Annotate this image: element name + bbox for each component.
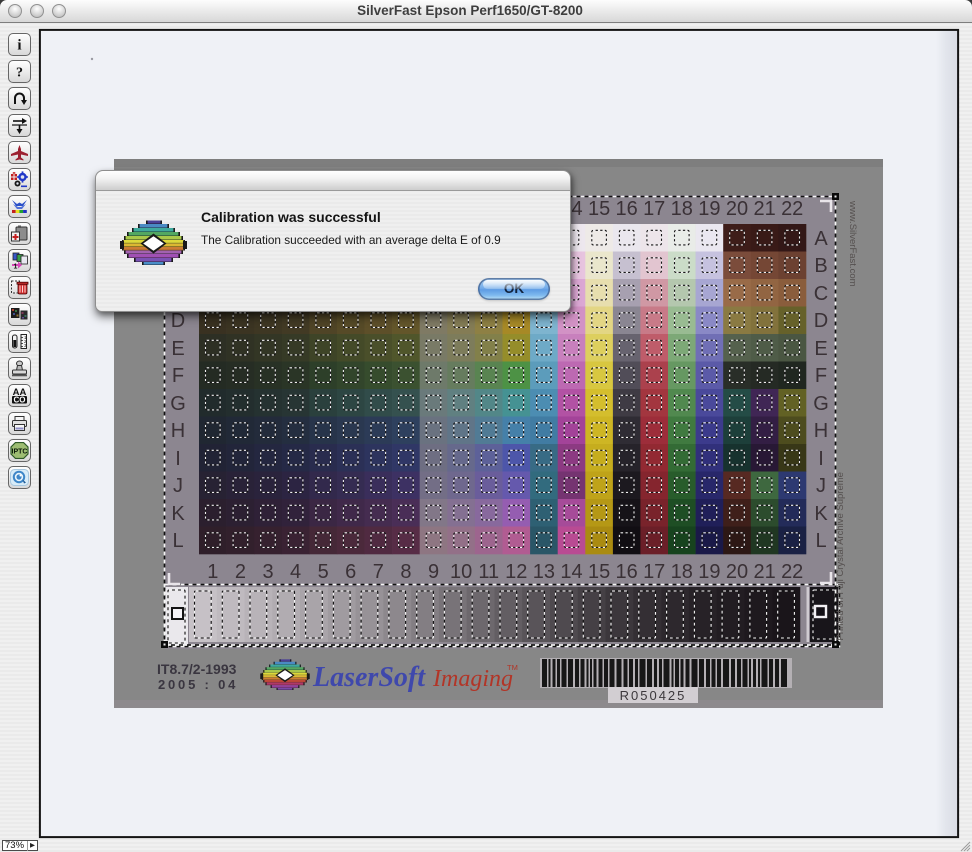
svg-text:13: 13	[533, 561, 555, 583]
svg-text:18: 18	[671, 561, 693, 583]
svg-text:F: F	[172, 365, 184, 387]
svg-text:K: K	[814, 503, 828, 525]
svg-text:22: 22	[781, 198, 803, 220]
svg-text:1: 1	[207, 561, 218, 583]
svg-text:19: 19	[698, 561, 720, 583]
svg-text:E: E	[171, 338, 184, 360]
svg-text:15: 15	[588, 561, 610, 583]
svg-text:H: H	[814, 420, 828, 442]
svg-text:F: F	[815, 365, 827, 387]
svg-text:17: 17	[643, 561, 665, 583]
svg-text:C: C	[814, 283, 828, 305]
svg-text:A: A	[814, 228, 828, 250]
svg-text:LaserSoft: LaserSoft	[312, 662, 426, 693]
svg-text:G: G	[813, 393, 829, 415]
svg-text:R050425: R050425	[620, 688, 687, 703]
svg-text:L: L	[815, 530, 826, 552]
svg-text:E: E	[814, 338, 827, 360]
svg-text:1: 1	[14, 264, 18, 270]
svg-text:8: 8	[400, 561, 411, 583]
svg-text:CO: CO	[14, 396, 26, 405]
svg-text:J: J	[173, 475, 183, 497]
svg-text:18: 18	[671, 198, 693, 220]
svg-text:I: I	[818, 448, 824, 470]
svg-text:Printed on Fuji Crystal Archiv: Printed on Fuji Crystal Archive Supreme	[835, 472, 846, 640]
svg-text:B: B	[814, 255, 827, 277]
svg-text:J: J	[816, 475, 826, 497]
svg-text:5: 5	[318, 561, 329, 583]
svg-text:20: 20	[726, 561, 748, 583]
svg-text:10: 10	[450, 561, 472, 583]
svg-text:?: ?	[16, 65, 23, 80]
svg-text:IPTC: IPTC	[12, 448, 28, 455]
svg-text:2005 : 04: 2005 : 04	[158, 677, 238, 692]
svg-text:TM: TM	[507, 663, 518, 672]
svg-text:4: 4	[290, 561, 301, 583]
svg-text:9: 9	[428, 561, 439, 583]
svg-text:12: 12	[505, 561, 527, 583]
svg-text:G: G	[170, 393, 186, 415]
svg-text:D: D	[814, 310, 828, 332]
svg-text:IT8.7/2-1993: IT8.7/2-1993	[157, 661, 237, 677]
svg-text:11: 11	[478, 561, 499, 583]
svg-text:Imaging: Imaging	[432, 666, 513, 692]
svg-text:2: 2	[235, 561, 246, 583]
svg-text:21: 21	[753, 561, 775, 583]
svg-text:15: 15	[588, 198, 610, 220]
svg-text:16: 16	[615, 198, 637, 220]
svg-text:17: 17	[643, 198, 665, 220]
svg-text:H: H	[171, 420, 185, 442]
svg-text:16: 16	[615, 561, 637, 583]
svg-text:6: 6	[345, 561, 356, 583]
svg-text:14: 14	[560, 561, 582, 583]
svg-text:20: 20	[726, 198, 748, 220]
svg-text:K: K	[171, 503, 185, 525]
svg-text:i: i	[17, 37, 21, 53]
svg-text:22: 22	[781, 561, 803, 583]
svg-text:7: 7	[373, 561, 384, 583]
svg-text:D: D	[171, 310, 185, 332]
svg-text:www.SilverFast.com: www.SilverFast.com	[847, 200, 858, 287]
svg-text:3: 3	[262, 561, 273, 583]
svg-text:21: 21	[753, 198, 775, 220]
svg-text:L: L	[172, 530, 183, 552]
svg-text:I: I	[175, 448, 181, 470]
svg-text:19: 19	[698, 198, 720, 220]
